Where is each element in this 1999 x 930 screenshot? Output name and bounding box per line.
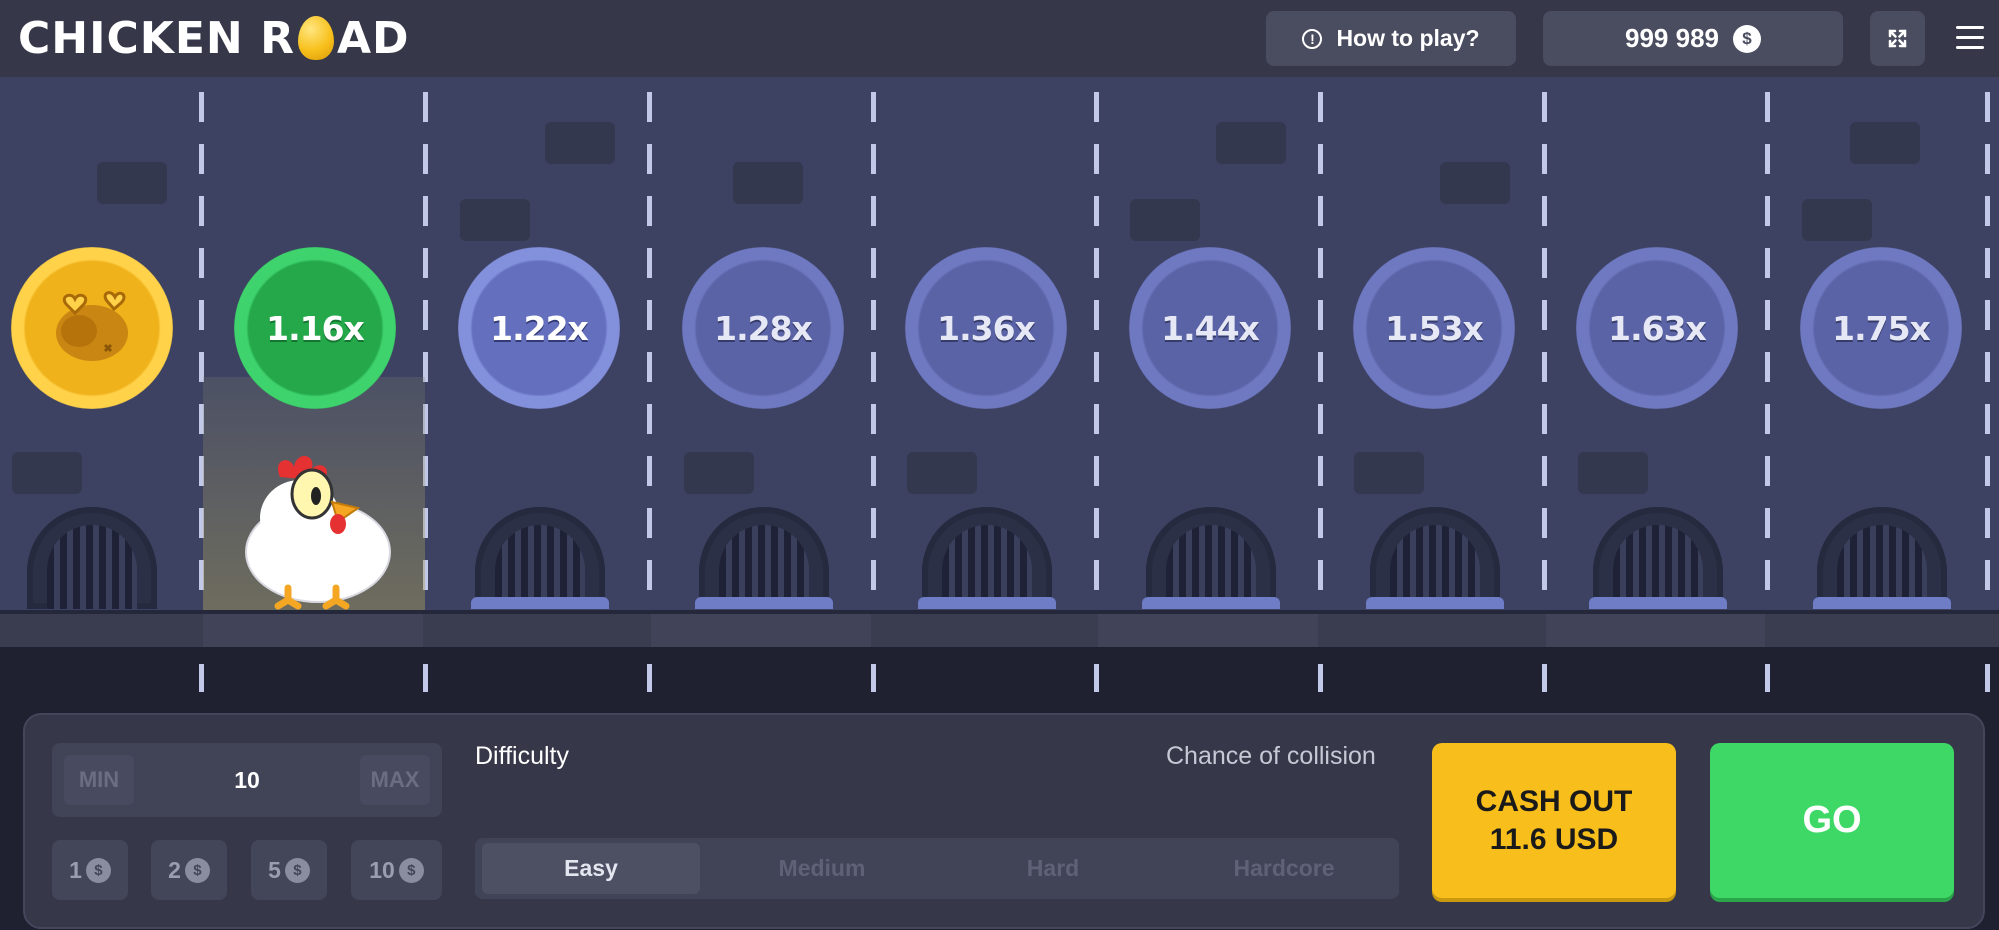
lane-divider	[647, 92, 652, 692]
multiplier-coin: 1.53x	[1353, 247, 1515, 409]
lane-divider	[1318, 92, 1323, 692]
sewer-grate	[471, 507, 609, 609]
hamburger-icon	[1956, 26, 1984, 49]
quick-bet-amount: 10	[369, 856, 395, 883]
quick-bet-5[interactable]: 5 $	[251, 840, 327, 900]
cash-out-label: CASH OUT	[1475, 784, 1633, 818]
multiplier-coin: 1.44x	[1129, 247, 1291, 409]
quick-bet-10[interactable]: 10 $	[351, 840, 442, 900]
multiplier-value: 1.16x	[266, 308, 365, 348]
wall-brick	[460, 199, 530, 241]
wall-brick	[12, 452, 82, 494]
egg-icon	[297, 16, 334, 60]
quick-bet-amount: 2	[168, 856, 181, 883]
expand-icon	[1888, 29, 1907, 48]
multiplier-value: 1.75x	[1832, 308, 1931, 348]
curb-segment	[1098, 614, 1318, 647]
bet-amount-input[interactable]: MIN 10 MAX	[52, 743, 442, 817]
lane-divider	[1985, 92, 1990, 692]
curb-segment	[651, 614, 871, 647]
multiplier-value: 1.36x	[937, 308, 1036, 348]
dollar-coin-icon: $	[1732, 24, 1761, 53]
dollar-coin-icon: $	[184, 857, 210, 883]
difficulty-label: Difficulty	[475, 742, 570, 770]
bet-max-button[interactable]: MAX	[360, 755, 430, 805]
wall-brick	[1802, 199, 1872, 241]
bet-min-button[interactable]: MIN	[64, 755, 134, 805]
wall-brick	[733, 162, 803, 204]
multiplier-coin-next[interactable]: 1.22x	[458, 247, 620, 409]
sewer-grate	[1813, 507, 1951, 609]
difficulty-option-easy[interactable]: Easy	[482, 843, 700, 894]
game-logo: CHICKEN R AD	[18, 10, 410, 66]
menu-button[interactable]	[1955, 18, 1985, 58]
lane-divider	[1094, 92, 1099, 692]
roasted-chicken-icon	[56, 291, 128, 361]
difficulty-option-hardcore[interactable]: Hardcore	[1175, 843, 1393, 894]
multiplier-coin-current: 1.16x	[234, 247, 396, 409]
balance-display: 999 989 $	[1543, 11, 1843, 66]
wall-brick	[1216, 122, 1286, 164]
chicken-character	[245, 455, 391, 610]
sewer-grate	[1366, 507, 1504, 609]
quick-bet-1[interactable]: 1 $	[52, 840, 128, 900]
dollar-coin-icon: $	[398, 857, 424, 883]
sewer-grate	[27, 507, 157, 609]
wall-brick	[1130, 199, 1200, 241]
sewer-grate	[918, 507, 1056, 609]
top-bar: CHICKEN R AD ! How to play? 999 989 $	[0, 0, 1999, 77]
sewer-grate	[1142, 507, 1280, 609]
cash-out-button[interactable]: CASH OUT 11.6 USD	[1432, 743, 1676, 898]
multiplier-coin: 1.63x	[1576, 247, 1738, 409]
dollar-coin-icon: $	[85, 857, 111, 883]
wall-brick	[545, 122, 615, 164]
wall-brick	[1578, 452, 1648, 494]
game-road: 1.16x 1.22x 1.28x 1.36x 1.44x 1.53x 1.63…	[0, 77, 1999, 692]
sewer-grate	[695, 507, 833, 609]
wall-brick	[1850, 122, 1920, 164]
go-button[interactable]: GO	[1710, 743, 1954, 898]
balance-value: 999 989	[1625, 23, 1719, 53]
wall-brick	[1354, 452, 1424, 494]
wall-brick	[97, 162, 167, 204]
fullscreen-button[interactable]	[1870, 11, 1925, 66]
lane-divider	[1542, 92, 1547, 692]
cash-out-amount: 11.6 USD	[1489, 822, 1619, 856]
info-icon: !	[1302, 28, 1323, 49]
road-curb	[0, 610, 1999, 647]
wall-brick	[1440, 162, 1510, 204]
logo-text-right: AD	[336, 12, 410, 64]
multiplier-value: 1.28x	[714, 308, 813, 348]
multiplier-value: 1.22x	[490, 308, 589, 348]
quick-bet-amount: 1	[69, 856, 82, 883]
difficulty-selector: Easy Medium Hard Hardcore	[475, 838, 1399, 899]
lane-divider	[871, 92, 876, 692]
lane-divider	[1765, 92, 1770, 692]
how-to-play-button[interactable]: ! How to play?	[1266, 11, 1516, 66]
how-to-play-label: How to play?	[1336, 25, 1480, 51]
difficulty-option-medium[interactable]: Medium	[713, 843, 931, 894]
difficulty-option-hard[interactable]: Hard	[944, 843, 1162, 894]
multiplier-coin: 1.36x	[905, 247, 1067, 409]
quick-bet-amount: 5	[268, 856, 281, 883]
multiplier-coin: 1.28x	[682, 247, 844, 409]
multiplier-coin: 1.75x	[1800, 247, 1962, 409]
wall-brick	[684, 452, 754, 494]
curb-segment	[1546, 614, 1765, 647]
quick-bet-2[interactable]: 2 $	[151, 840, 227, 900]
multiplier-value: 1.44x	[1161, 308, 1260, 348]
go-label: GO	[1802, 799, 1862, 841]
wall-brick	[907, 452, 977, 494]
multiplier-value: 1.63x	[1608, 308, 1707, 348]
logo-text-left: CHICKEN R	[18, 12, 295, 64]
passed-lane-coin	[11, 247, 173, 409]
sewer-grate	[1589, 507, 1727, 609]
collision-chance-label: Chance of collision	[1166, 742, 1376, 770]
dollar-coin-icon: $	[284, 857, 310, 883]
curb-segment	[203, 614, 423, 647]
multiplier-value: 1.53x	[1385, 308, 1484, 348]
